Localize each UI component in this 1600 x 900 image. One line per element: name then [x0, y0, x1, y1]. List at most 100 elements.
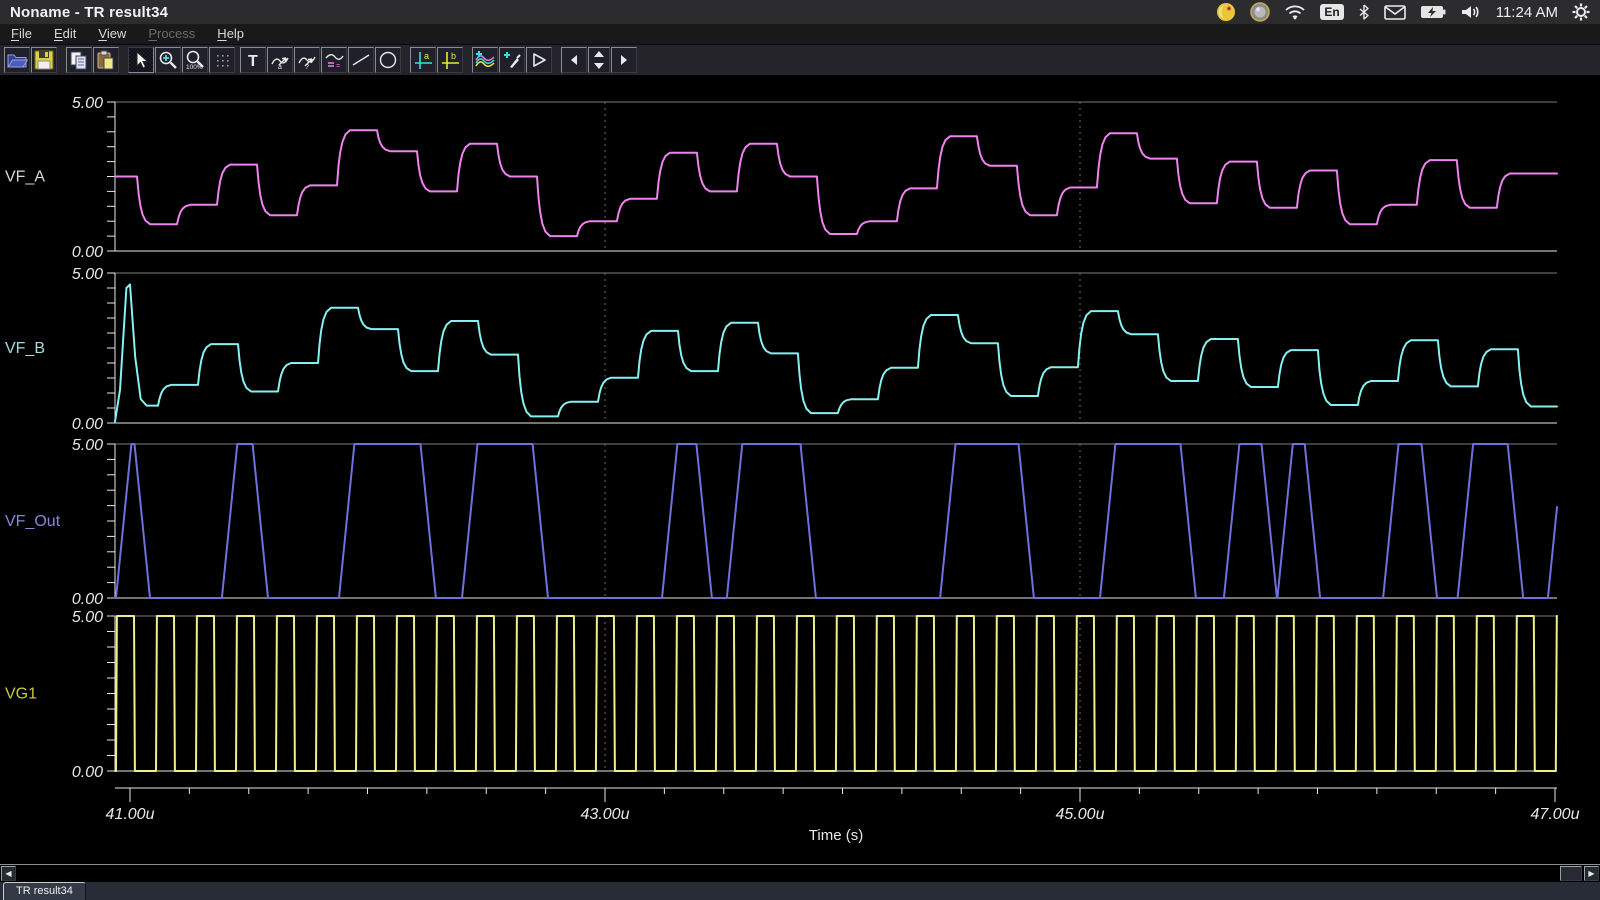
application-window: Noname - TR result34 En 11:24 AM FileEdit…	[0, 0, 1600, 900]
tab-tr-result34[interactable]: TR result34	[3, 882, 86, 900]
x-tick-label-43.00u: 43.00u	[581, 806, 630, 823]
clock-label: 11:24 AM	[1496, 4, 1558, 21]
VG1-ymin-label: 0.00	[72, 764, 103, 781]
VF_B-ymax-label: 5.00	[72, 266, 103, 283]
VG1-channel-label: VG1	[5, 686, 37, 703]
window-title: Noname - TR result34	[0, 4, 168, 21]
line-tool-button[interactable]	[348, 47, 374, 73]
horizontal-scrollbar[interactable]: ◀ ▶	[0, 864, 1600, 882]
open-file-icon	[6, 50, 28, 70]
svg-text:b: b	[451, 51, 456, 61]
add-curves-icon	[474, 50, 496, 70]
axis-b-button[interactable]: b	[437, 47, 463, 73]
ellipse-tool-icon	[378, 50, 398, 70]
VF_A-curve	[115, 130, 1557, 236]
x-tick-label-45.00u: 45.00u	[1056, 806, 1105, 823]
bluetooth-icon[interactable]	[1358, 2, 1370, 22]
paste-button[interactable]	[93, 47, 119, 73]
battery-icon[interactable]	[1420, 2, 1446, 22]
VF_B-channel-label: VF_B	[5, 340, 45, 357]
menu-help[interactable]: Help	[206, 24, 255, 44]
VF_Out-ymax-label: 5.00	[72, 437, 103, 454]
svg-text:100%: 100%	[186, 64, 203, 70]
scroll-right-button[interactable]: ▶	[1584, 866, 1599, 881]
grid-toggle-button[interactable]	[209, 47, 235, 73]
power-gear-icon[interactable]	[1572, 2, 1590, 22]
app-yellow-icon[interactable]	[1216, 2, 1236, 22]
VF_B-curve	[115, 284, 1557, 421]
zoom-out-100-icon: 100%	[185, 50, 205, 70]
VF_A-channel-label: VF_A	[5, 169, 45, 186]
svg-text:a: a	[278, 64, 282, 70]
toolbar-separator	[464, 60, 472, 61]
cursor-tool-icon	[132, 51, 150, 69]
menu-view[interactable]: View	[87, 24, 137, 44]
export-curve-icon: a	[270, 50, 290, 70]
open-file-button[interactable]	[4, 47, 30, 73]
volume-icon[interactable]	[1460, 2, 1482, 22]
curve-legend-icon: =	[324, 50, 344, 70]
text-tool-button[interactable]: T	[240, 47, 266, 73]
cursor-tool-button[interactable]	[128, 47, 154, 73]
line-tool-icon	[351, 50, 371, 70]
grid-toggle-icon	[213, 51, 231, 69]
scrollbar-thumb[interactable]	[1560, 866, 1582, 881]
add-probe-button[interactable]	[499, 47, 525, 73]
menu-file[interactable]: File	[0, 24, 43, 44]
add-curves-button[interactable]	[472, 47, 498, 73]
zoom-in-button[interactable]	[155, 47, 181, 73]
x-tick-label-41.00u: 41.00u	[106, 806, 155, 823]
x-tick-label-47.00u: 47.00u	[1531, 806, 1580, 823]
clock-text: 11:24 AM	[1496, 2, 1558, 22]
toolbar-separator	[58, 60, 66, 61]
import-curve-button[interactable]: ?	[294, 47, 320, 73]
toolbar-separator	[120, 60, 128, 61]
waveform-plot[interactable]: 5.000.00VF_A5.000.00VF_B5.000.00VF_Out5.…	[0, 75, 1600, 864]
copy-button[interactable]	[66, 47, 92, 73]
app-sphere-icon[interactable]	[1250, 2, 1270, 22]
keyboard-layout-label: En	[1320, 4, 1343, 20]
scroll-left-button[interactable]: ◀	[1, 866, 16, 881]
keyboard-layout-badge[interactable]: En	[1320, 2, 1343, 22]
axis-a-button[interactable]: a	[410, 47, 436, 73]
add-probe-icon	[502, 50, 522, 70]
toolbar: 100% Ta? = a b	[0, 45, 1600, 76]
menu-bar: FileEditViewProcessHelp	[0, 24, 1600, 45]
VF_Out-curve	[115, 444, 1557, 598]
VF_Out-ymin-label: 0.00	[72, 591, 103, 608]
system-top-bar: Noname - TR result34 En 11:24 AM	[0, 0, 1600, 24]
toolbar-separator	[402, 60, 410, 61]
menu-edit[interactable]: Edit	[43, 24, 87, 44]
VF_A-ymin-label: 0.00	[72, 244, 103, 261]
x-axis-title: Time (s)	[809, 827, 863, 844]
run-button[interactable]	[526, 47, 552, 73]
axis-a-icon: a	[412, 50, 434, 70]
VF_Out-channel-label: VF_Out	[5, 513, 61, 530]
step-right-icon	[617, 53, 631, 67]
wifi-icon[interactable]	[1284, 2, 1306, 22]
import-curve-icon: ?	[297, 50, 317, 70]
system-tray: En 11:24 AM	[1216, 0, 1600, 24]
save-file-button[interactable]	[31, 47, 57, 73]
ellipse-tool-button[interactable]	[375, 47, 401, 73]
step-left-button[interactable]	[561, 47, 587, 73]
step-left-icon	[567, 53, 581, 67]
zoom-in-icon	[158, 50, 178, 70]
svg-text:?: ?	[305, 64, 309, 70]
zoom-out-100-button[interactable]: 100%	[182, 47, 208, 73]
svg-text:=: =	[336, 63, 340, 70]
interval-spinner-icon	[591, 49, 607, 71]
interval-spinner-button[interactable]	[588, 47, 610, 73]
menu-process[interactable]: Process	[137, 24, 206, 44]
diagram-canvas[interactable]: 5.000.00VF_A5.000.00VF_B5.000.00VF_Out5.…	[0, 75, 1600, 864]
step-right-button[interactable]	[611, 47, 637, 73]
svg-text:T: T	[248, 53, 258, 69]
mail-icon[interactable]	[1384, 2, 1406, 22]
paste-icon	[96, 50, 116, 70]
export-curve-button[interactable]: a	[267, 47, 293, 73]
text-tool-icon: T	[244, 51, 262, 69]
curve-legend-button[interactable]: =	[321, 47, 347, 73]
run-icon	[530, 51, 548, 69]
copy-icon	[69, 50, 89, 70]
VG1-curve	[115, 616, 1557, 771]
